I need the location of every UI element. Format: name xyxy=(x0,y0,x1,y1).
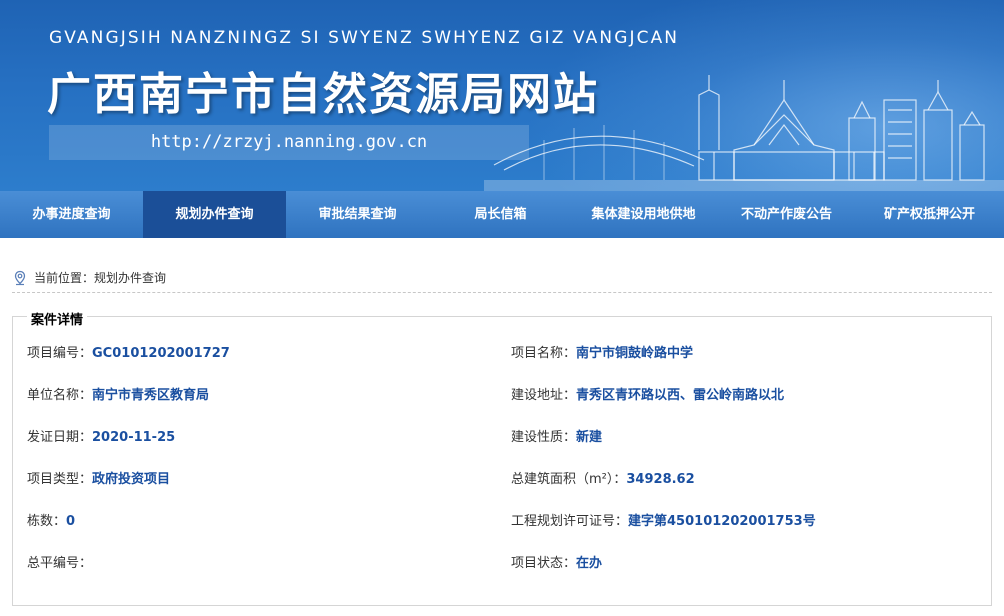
field-label: 栋数： xyxy=(27,514,67,529)
field-label: 建设地址： xyxy=(511,388,577,403)
nav-item-void-notices[interactable]: 不动产作废公告 xyxy=(715,191,858,238)
site-banner: GVANGJSIH NANZNINGZ SI SWYENZ SWHYENZ GI… xyxy=(0,0,1004,191)
detail-row: 发证日期：2020-11-25 建设性质：新建 xyxy=(27,426,977,446)
field-project-status: 项目状态：在办 xyxy=(511,552,602,571)
field-label: 项目类型： xyxy=(27,472,93,487)
field-value: 新建 xyxy=(576,430,603,445)
field-building-count: 栋数：0 xyxy=(27,510,75,529)
field-total-floor-area: 总建筑面积（m²）：34928.62 xyxy=(511,468,695,487)
field-value: 2020-11-25 xyxy=(92,430,176,445)
field-label: 总建筑面积（m²）： xyxy=(511,472,627,487)
site-title: 广西南宁市自然资源局网站 xyxy=(47,69,599,120)
field-value: 政府投资项目 xyxy=(92,472,171,487)
field-project-name: 项目名称：南宁市铜鼓岭路中学 xyxy=(511,342,693,361)
field-build-nature: 建设性质：新建 xyxy=(511,426,602,445)
field-label: 项目名称： xyxy=(511,346,577,361)
location-pin-icon xyxy=(14,270,26,285)
field-value: 建字第450101202001753号 xyxy=(628,514,816,529)
nav-item-mining-mortgage[interactable]: 矿产权抵押公开 xyxy=(858,191,1001,238)
field-permit-number: 工程规划许可证号：建字第450101202001753号 xyxy=(511,510,816,529)
field-label: 项目编号： xyxy=(27,346,93,361)
field-value: 南宁市青秀区教育局 xyxy=(92,388,210,403)
nav-item-progress-query[interactable]: 办事进度查询 xyxy=(0,191,143,238)
field-label: 总平编号： xyxy=(27,556,93,571)
field-unit-name: 单位名称：南宁市青秀区教育局 xyxy=(27,384,209,403)
field-build-address: 建设地址：青秀区青环路以西、雷公岭南路以北 xyxy=(511,384,784,403)
site-url: http://zrzyj.nanning.gov.cn xyxy=(49,125,529,160)
nav-item-collective-land[interactable]: 集体建设用地供地 xyxy=(572,191,715,238)
main-nav: 办事进度查询 规划办件查询 审批结果查询 局长信箱 集体建设用地供地 不动产作废… xyxy=(0,191,1004,238)
breadcrumb: 当前位置： 规划办件查询 xyxy=(12,263,992,293)
detail-row: 项目编号：GC0101202001727 项目名称：南宁市铜鼓岭路中学 xyxy=(27,342,977,362)
nav-item-director-mailbox[interactable]: 局长信箱 xyxy=(429,191,572,238)
field-value: GC0101202001727 xyxy=(92,346,230,361)
nav-item-approval-results[interactable]: 审批结果查询 xyxy=(286,191,429,238)
detail-row: 单位名称：南宁市青秀区教育局 建设地址：青秀区青环路以西、雷公岭南路以北 xyxy=(27,384,977,404)
field-project-type: 项目类型：政府投资项目 xyxy=(27,468,170,487)
site-pinyin-title: GVANGJSIH NANZNINGZ SI SWYENZ SWHYENZ GI… xyxy=(49,28,680,48)
field-label: 项目状态： xyxy=(511,556,577,571)
breadcrumb-current[interactable]: 规划办件查询 xyxy=(94,269,166,286)
field-value: 0 xyxy=(66,514,76,529)
field-label: 单位名称： xyxy=(27,388,93,403)
field-value: 青秀区青环路以西、雷公岭南路以北 xyxy=(576,388,785,403)
detail-row: 总平编号： 项目状态：在办 xyxy=(27,552,977,572)
field-master-plan-number: 总平编号： xyxy=(27,552,92,571)
detail-row: 项目类型：政府投资项目 总建筑面积（m²）：34928.62 xyxy=(27,468,977,488)
field-value: 在办 xyxy=(576,556,603,571)
field-label: 工程规划许可证号： xyxy=(511,514,629,529)
detail-row: 栋数：0 工程规划许可证号：建字第450101202001753号 xyxy=(27,510,977,530)
nav-item-planning-query[interactable]: 规划办件查询 xyxy=(143,191,286,238)
field-project-number: 项目编号：GC0101202001727 xyxy=(27,342,230,361)
field-value: 南宁市铜鼓岭路中学 xyxy=(576,346,694,361)
field-label: 发证日期： xyxy=(27,430,93,445)
field-value: 34928.62 xyxy=(626,472,695,487)
case-details-legend: 案件详情 xyxy=(27,309,88,328)
field-label: 建设性质： xyxy=(511,430,577,445)
case-details-panel: 案件详情 项目编号：GC0101202001727 项目名称：南宁市铜鼓岭路中学… xyxy=(12,309,992,606)
field-issue-date: 发证日期：2020-11-25 xyxy=(27,426,175,445)
breadcrumb-prefix: 当前位置： xyxy=(34,271,95,285)
